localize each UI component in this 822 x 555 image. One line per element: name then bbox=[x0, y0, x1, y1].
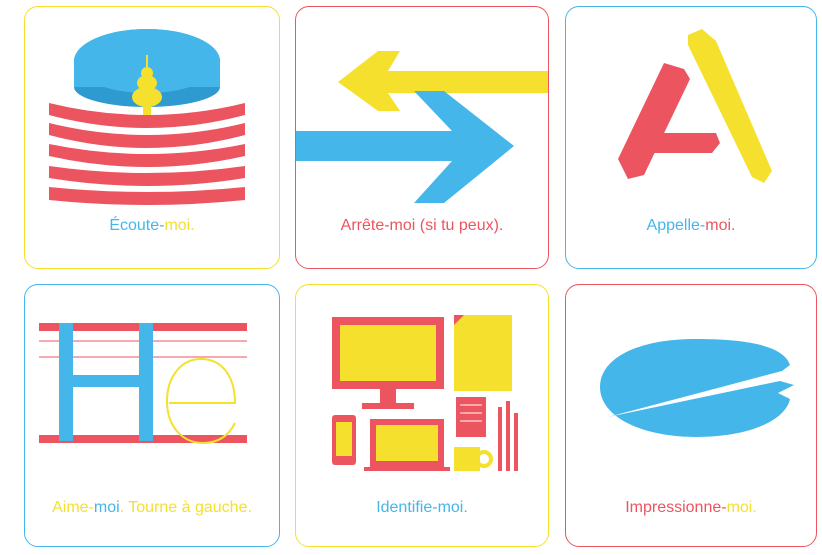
caption-appelle: Appelle-moi. bbox=[646, 217, 736, 234]
caption-aime: Aime-moi. Tourne à gauche. bbox=[52, 499, 252, 516]
caption-arrete: Arrête-moi (si tu peux). bbox=[340, 217, 504, 234]
card-aime[interactable]: Aime-moi. Tourne à gauche. bbox=[24, 284, 280, 547]
card-impressionne[interactable]: Impressionne-moi. bbox=[565, 284, 817, 547]
card-ecoute[interactable]: Écoute-moi. bbox=[24, 6, 280, 269]
caption-impressionne: Impressionne-moi. bbox=[625, 499, 757, 516]
caption-ecoute: Écoute-moi. bbox=[109, 217, 195, 234]
card-appelle[interactable]: Appelle-moi. bbox=[565, 6, 817, 269]
caption-identifie: Identifie-moi. bbox=[376, 499, 468, 516]
illustration-grid: Écoute-moi. Arrête-moi (si tu peux). App… bbox=[0, 0, 822, 555]
card-identifie[interactable]: Identifie-moi. bbox=[295, 284, 549, 547]
card-arrete[interactable]: Arrête-moi (si tu peux). bbox=[295, 6, 549, 269]
